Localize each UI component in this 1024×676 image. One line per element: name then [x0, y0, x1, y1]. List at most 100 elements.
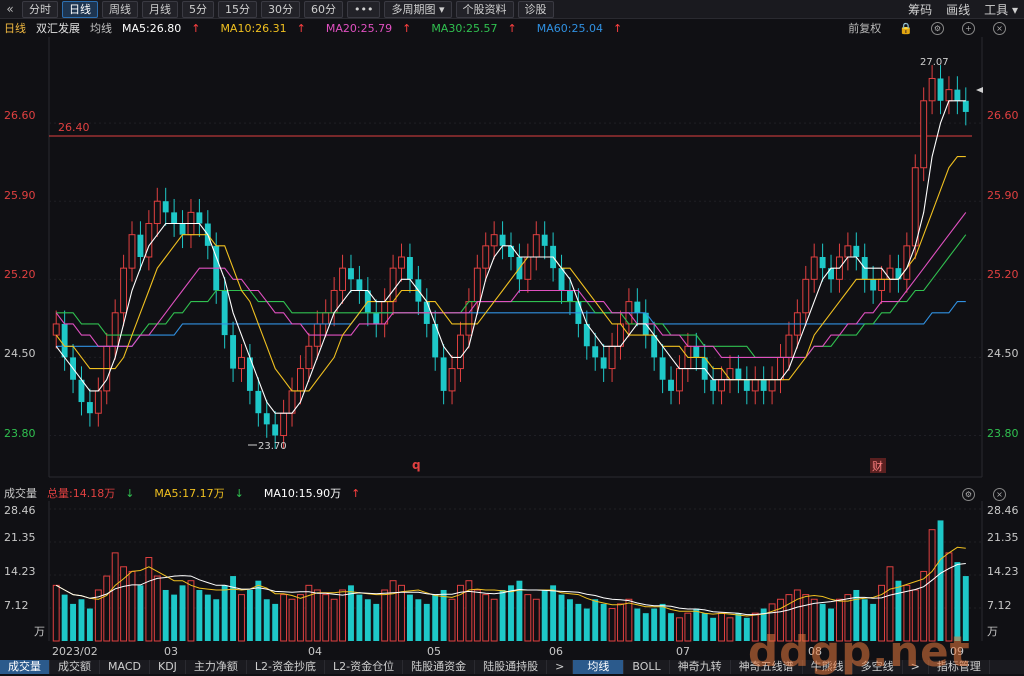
candle[interactable]: [751, 379, 759, 392]
candle[interactable]: [111, 312, 119, 347]
volume-bar[interactable]: [675, 617, 683, 642]
candle[interactable]: [128, 234, 136, 269]
chips-button[interactable]: 筹码: [908, 1, 932, 18]
tab-monthly[interactable]: 月线: [142, 0, 178, 18]
multi-period-dropdown[interactable]: 多周期图 ▾: [384, 0, 452, 18]
volume-bar[interactable]: [524, 594, 532, 642]
candle[interactable]: [668, 379, 674, 391]
candle[interactable]: [785, 334, 793, 358]
volume-bar[interactable]: [617, 603, 624, 642]
volume-bar[interactable]: [608, 608, 616, 642]
candle[interactable]: [810, 256, 818, 280]
candle[interactable]: [760, 379, 767, 391]
volume-bar[interactable]: [684, 612, 692, 642]
tab-30min[interactable]: 30分: [261, 0, 300, 18]
candle[interactable]: [853, 245, 860, 257]
tab-daily[interactable]: 日线: [62, 0, 98, 18]
candle[interactable]: [726, 368, 734, 381]
volume-bar[interactable]: [532, 598, 540, 642]
candle[interactable]: [457, 334, 464, 370]
chevron-left-icon[interactable]: «: [2, 2, 18, 16]
volume-bar[interactable]: [288, 598, 296, 642]
diagnose-button[interactable]: 诊股: [517, 0, 554, 18]
candle[interactable]: [802, 278, 810, 314]
volume-bar[interactable]: [297, 594, 304, 642]
volume-bar[interactable]: [381, 589, 389, 642]
volume-bar[interactable]: [928, 529, 936, 642]
candle[interactable]: [844, 245, 852, 258]
tab-l2-bottom[interactable]: L2-资金抄底: [247, 660, 326, 674]
tab-weekly[interactable]: 周线: [102, 0, 138, 18]
lock-icon[interactable]: 🔒: [899, 22, 913, 35]
volume-bar[interactable]: [735, 613, 742, 641]
candle[interactable]: [541, 234, 548, 246]
volume-bar[interactable]: [305, 584, 313, 642]
tab-main-net[interactable]: 主力净额: [186, 660, 247, 674]
candle[interactable]: [398, 256, 405, 269]
stock-name[interactable]: 双汇发展: [36, 20, 80, 36]
candle[interactable]: [356, 279, 363, 291]
volume-bar[interactable]: [473, 589, 481, 642]
volume-bar[interactable]: [718, 612, 725, 642]
add-icon[interactable]: +: [962, 21, 975, 35]
candle[interactable]: [911, 167, 919, 247]
tab-5min[interactable]: 5分: [182, 0, 214, 18]
candle[interactable]: [297, 368, 304, 392]
candle[interactable]: [718, 379, 725, 392]
tab-hk-flow[interactable]: 陆股通资金: [403, 660, 476, 674]
volume-bar[interactable]: [541, 589, 548, 641]
tab-hk-holding[interactable]: 陆股通持股: [475, 660, 548, 674]
candle[interactable]: [735, 368, 742, 380]
volume-bar[interactable]: [373, 603, 380, 641]
candle[interactable]: [920, 100, 928, 169]
volume-bar[interactable]: [238, 594, 245, 642]
volume-bar[interactable]: [246, 589, 253, 641]
finance-marker[interactable]: 财: [872, 459, 883, 473]
adjust-mode-button[interactable]: 前复权: [848, 20, 881, 36]
candle[interactable]: [61, 323, 68, 358]
candle[interactable]: [600, 357, 607, 369]
volume-bar[interactable]: [356, 594, 363, 641]
volume-bar[interactable]: [642, 613, 649, 641]
draw-line-button[interactable]: 画线: [946, 1, 970, 18]
volume-bar[interactable]: [600, 603, 607, 641]
volume-bar[interactable]: [213, 599, 220, 641]
candle[interactable]: [954, 89, 961, 101]
volume-title[interactable]: 成交量: [4, 485, 37, 501]
candle[interactable]: [693, 346, 700, 358]
price-chart[interactable]: 26.60 25.90 25.20 24.50 23.80 26.60 25.9…: [0, 37, 1024, 482]
event-marker-q[interactable]: q: [412, 458, 421, 472]
volume-bar[interactable]: [710, 617, 717, 641]
candle[interactable]: [153, 200, 161, 225]
candle[interactable]: [255, 390, 262, 414]
volume-bar[interactable]: [592, 599, 599, 641]
candle[interactable]: [710, 379, 717, 391]
volume-bar[interactable]: [230, 576, 237, 641]
candle[interactable]: [280, 412, 288, 437]
volume-bar[interactable]: [171, 594, 178, 641]
candle[interactable]: [339, 267, 347, 291]
volume-bar[interactable]: [103, 575, 111, 642]
volume-bar[interactable]: [558, 594, 565, 641]
volume-bar[interactable]: [651, 608, 658, 641]
candle[interactable]: [608, 345, 616, 370]
settings-icon[interactable]: ⚙: [962, 487, 975, 501]
candle[interactable]: [322, 312, 330, 325]
candle[interactable]: [272, 424, 279, 436]
candle[interactable]: [768, 379, 776, 392]
candle[interactable]: [743, 379, 750, 391]
volume-bar[interactable]: [499, 589, 506, 641]
tab-kdj[interactable]: KDJ: [150, 660, 186, 674]
candle[interactable]: [886, 267, 894, 280]
more-periods-button[interactable]: •••: [347, 0, 381, 18]
candle[interactable]: [490, 234, 498, 247]
volume-bar[interactable]: [490, 598, 498, 642]
candle[interactable]: [508, 245, 514, 257]
volume-bar[interactable]: [423, 603, 430, 641]
volume-bar[interactable]: [937, 520, 944, 641]
volume-bar[interactable]: [204, 594, 211, 641]
candle[interactable]: [928, 77, 936, 102]
candle[interactable]: [238, 356, 245, 370]
tab-td9[interactable]: 神奇九转: [670, 660, 731, 674]
volume-bar[interactable]: [153, 575, 161, 642]
